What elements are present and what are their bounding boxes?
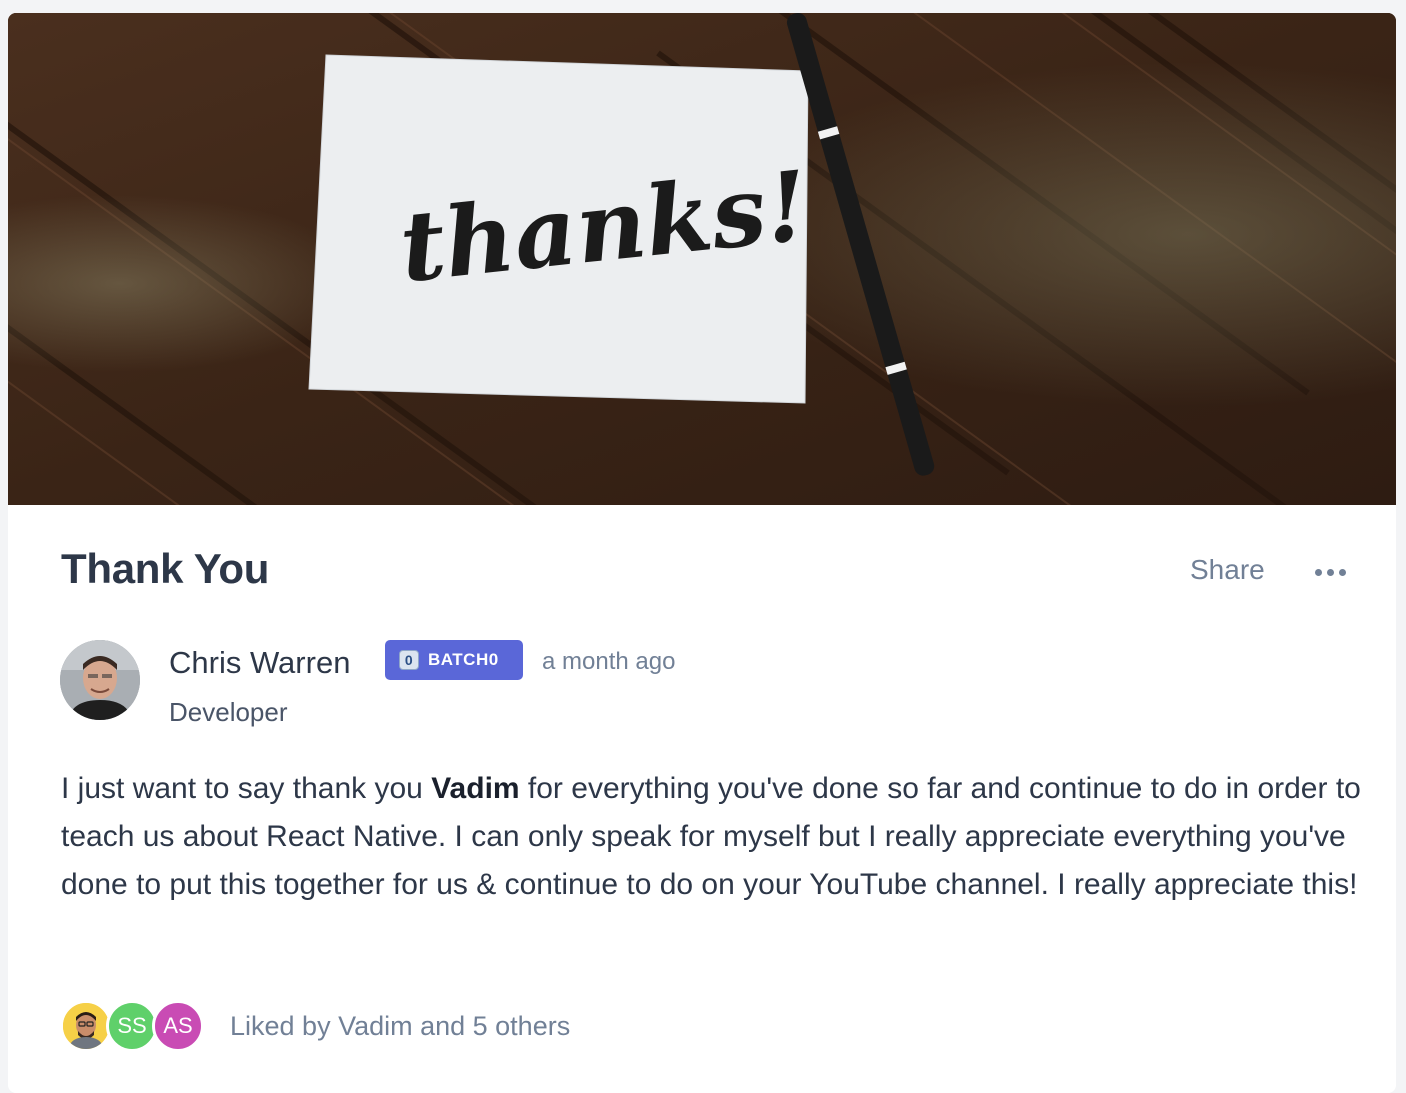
- more-options-icon[interactable]: [1308, 558, 1352, 586]
- zero-keycap-icon: 0: [399, 650, 419, 670]
- author-role: Developer: [169, 697, 288, 727]
- liker-avatar-ss[interactable]: SS: [106, 1000, 158, 1052]
- badge-label: BATCH0: [428, 650, 499, 669]
- liker-avatar-as[interactable]: AS: [152, 1000, 204, 1052]
- liker-initials: AS: [163, 1013, 193, 1038]
- liked-by-text[interactable]: Liked by Vadim and 5 others: [230, 1011, 570, 1042]
- post-title: Thank You: [61, 545, 270, 592]
- mention-link[interactable]: Vadim: [431, 772, 519, 805]
- cover-image: thanks!: [8, 13, 1396, 505]
- body-text-start: I just want to say thank you: [61, 772, 432, 805]
- dot-icon: [1326, 568, 1334, 576]
- post-body: I just want to say thank you Vadim for e…: [61, 765, 1361, 909]
- share-button[interactable]: Share: [1190, 554, 1265, 586]
- post-timestamp[interactable]: a month ago: [542, 648, 675, 676]
- dot-icon: [1338, 568, 1346, 576]
- post-card: thanks! Thank You Share Chris Warren 0 B…: [8, 13, 1396, 1093]
- likes-summary: SS AS Liked by Vadim and 5 others: [60, 999, 570, 1053]
- liker-initials: SS: [117, 1013, 147, 1038]
- batch-badge[interactable]: 0 BATCH0: [385, 640, 523, 680]
- author-name[interactable]: Chris Warren: [169, 645, 350, 681]
- liker-avatar[interactable]: [60, 1000, 112, 1052]
- dot-icon: [1314, 568, 1322, 576]
- author-avatar[interactable]: [60, 640, 140, 720]
